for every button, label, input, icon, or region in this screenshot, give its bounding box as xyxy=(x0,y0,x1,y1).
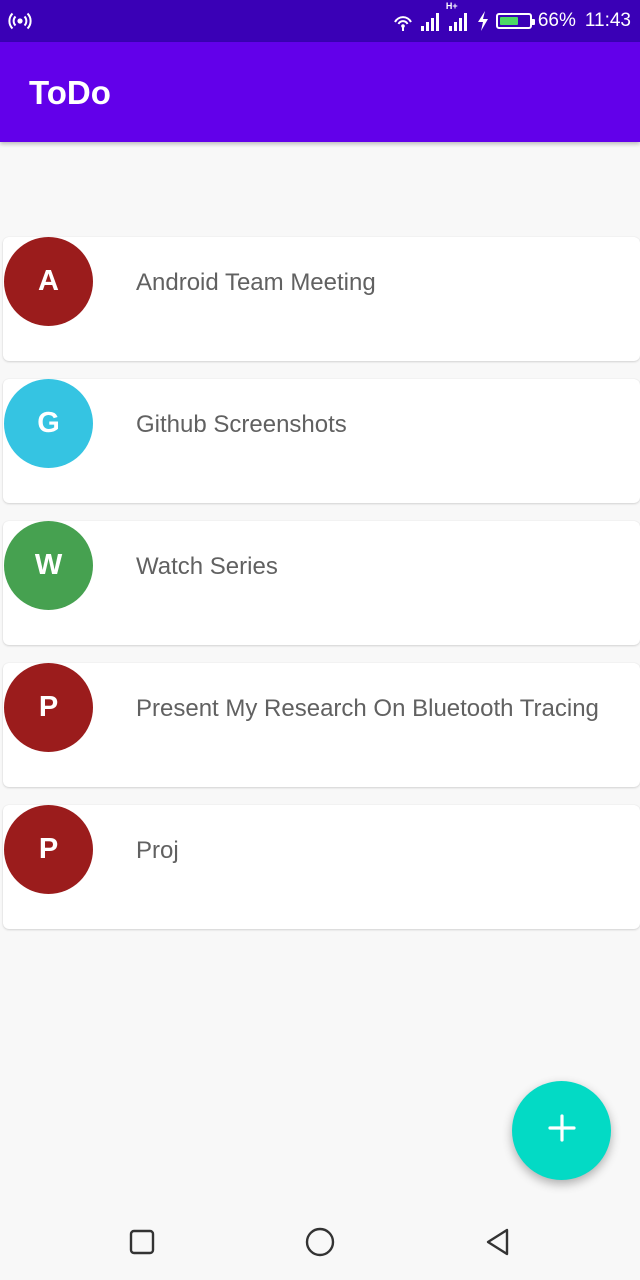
todo-title: Watch Series xyxy=(136,553,278,580)
todo-avatar: P xyxy=(4,663,93,752)
plus-icon xyxy=(547,1113,577,1148)
signal-icon: H+ xyxy=(446,1,470,32)
todo-item[interactable]: G Github Screenshots xyxy=(3,379,640,503)
todo-list: A Android Team Meeting G Github Screensh… xyxy=(0,237,640,947)
hotspot-icon xyxy=(8,9,32,33)
app-title: ToDo xyxy=(29,74,111,111)
status-time: 11:43 xyxy=(584,10,631,31)
back-button[interactable] xyxy=(481,1227,515,1261)
todo-item[interactable]: W Watch Series xyxy=(3,521,640,645)
battery-level-fill xyxy=(499,17,519,25)
add-todo-button[interactable] xyxy=(512,1081,611,1180)
signal-icon xyxy=(420,10,442,32)
recents-button[interactable] xyxy=(125,1227,159,1261)
todo-title: Proj xyxy=(136,837,179,864)
network-type-label: H+ xyxy=(445,1,458,11)
todo-title: Android Team Meeting xyxy=(136,269,376,296)
todo-title: Github Screenshots xyxy=(136,411,347,438)
todo-avatar: W xyxy=(4,521,93,610)
wifi-icon xyxy=(392,10,414,32)
charging-icon xyxy=(476,10,490,32)
back-triangle-icon xyxy=(483,1227,513,1262)
recents-square-icon xyxy=(129,1229,155,1260)
todo-title: Present My Research On Bluetooth Tracing xyxy=(136,695,599,722)
todo-item[interactable]: P Present My Research On Bluetooth Traci… xyxy=(3,663,640,787)
navigation-bar xyxy=(0,1210,640,1280)
app-bar: ToDo xyxy=(0,42,640,142)
battery-percent: 66% xyxy=(537,10,576,31)
battery-icon xyxy=(495,13,535,29)
todo-avatar: A xyxy=(4,237,93,326)
status-bar: H+ 66% 11:43 xyxy=(0,0,640,42)
todo-item[interactable]: A Android Team Meeting xyxy=(3,237,640,361)
home-circle-icon xyxy=(304,1226,336,1263)
todo-item[interactable]: P Proj xyxy=(3,805,640,929)
todo-avatar: G xyxy=(4,379,93,468)
todo-avatar: P xyxy=(4,805,93,894)
home-button[interactable] xyxy=(303,1227,337,1261)
